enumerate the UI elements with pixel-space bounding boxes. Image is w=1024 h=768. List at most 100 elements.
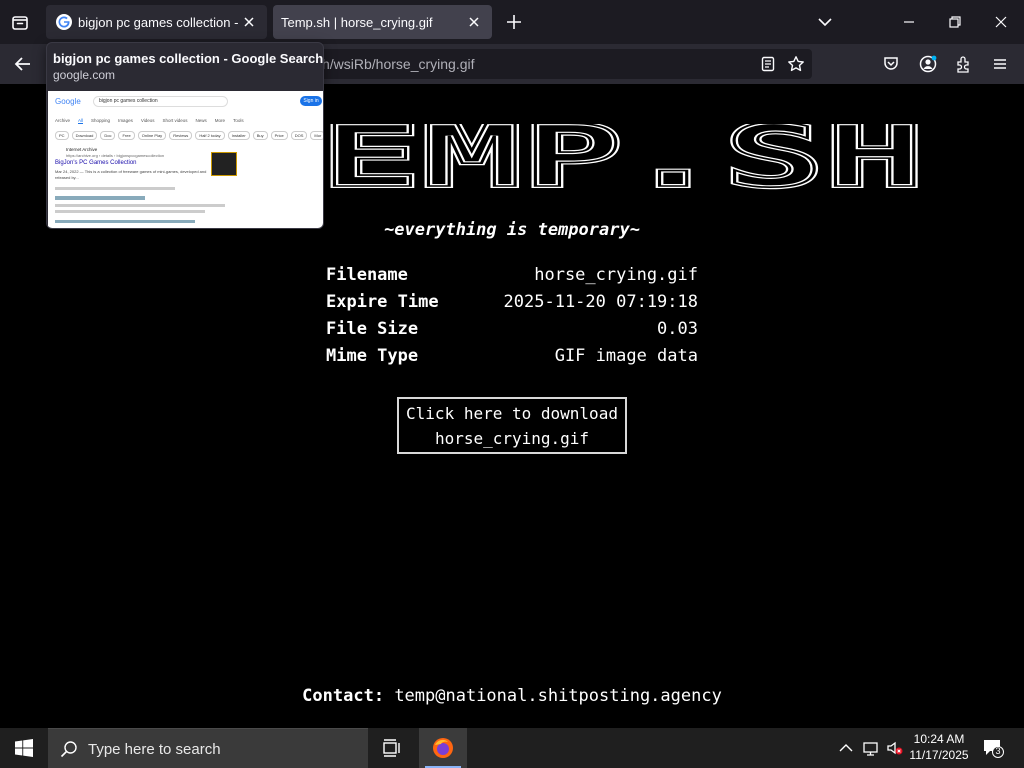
back-arrow-icon[interactable] [12, 53, 34, 75]
logo-text-inner: TEMP.SH [220, 124, 925, 196]
close-tab-icon[interactable] [239, 12, 259, 32]
thumb-chip: Doc [100, 131, 116, 140]
thumb-nav: Archive All Shopping Images Videos Short vide… [55, 118, 244, 124]
chevron-up-icon[interactable] [836, 738, 856, 758]
thumb-placeholder-line [55, 210, 205, 213]
notification-center-icon[interactable]: 3 [982, 738, 1004, 758]
download-button[interactable]: Click here to download horse_crying.gif [397, 397, 627, 454]
windows-start-icon[interactable] [0, 728, 48, 768]
tab-title: Temp.sh | horse_crying.gif [281, 14, 433, 30]
close-tab-icon[interactable] [464, 12, 484, 32]
thumb-chips: PC Download Doc Free Online Play Reviews Half … [55, 131, 323, 140]
extensions-icon[interactable] [955, 55, 973, 73]
thumb-r1-title: BigJon's PC Games Collection [55, 160, 137, 166]
minimize-icon[interactable] [897, 10, 921, 34]
hamburger-menu-icon[interactable] [991, 55, 1009, 73]
thumb-placeholder-line [55, 196, 145, 200]
info-row-filename: Filename horse_crying.gif [326, 262, 698, 289]
tab-google-search[interactable]: bigjon pc games collection - G [46, 5, 267, 39]
thumb-search-box: bigjon pc games collection [93, 96, 228, 107]
contact-label: Contact: [302, 686, 385, 706]
info-value: 2025-11-20 07:19:18 [503, 292, 698, 312]
clock-time: 10:24 AM [913, 732, 965, 746]
thumb-r1-url: https://archive.org › details › bigjonsp… [66, 153, 165, 158]
thumb-chip: Buy [252, 131, 268, 140]
thumb-chip: DOS [290, 131, 308, 140]
thumb-chip: PC [55, 131, 69, 140]
thumb-google-logo: Google [55, 97, 81, 106]
restore-icon[interactable] [943, 10, 967, 34]
clock-date: 11/17/2025 [909, 748, 969, 762]
taskbar-search-box[interactable]: Type here to search [48, 728, 368, 768]
contact-line: Contact: temp@national.shitposting.agenc… [0, 686, 1024, 706]
thumb-placeholder-line [55, 220, 195, 223]
info-value: GIF image data [554, 346, 698, 366]
temp-sh-logo: TEMP.SH TEMP.SH [218, 105, 940, 209]
thumb-r1-source: Internet Archive [66, 147, 98, 152]
system-clock[interactable]: 10:24 AM 11/17/2025 [900, 731, 978, 763]
close-window-icon[interactable] [989, 10, 1013, 34]
thumb-nav-item: More [214, 118, 226, 123]
preview-title: bigjon pc games collection - Google Sear… [53, 51, 324, 66]
firefox-taskbar-button[interactable] [419, 728, 467, 768]
thumb-placeholder-line [55, 204, 225, 207]
download-label-line1: Click here to download [406, 404, 618, 423]
network-icon[interactable] [861, 738, 881, 758]
thumb-nav-item: Short videos [162, 118, 188, 123]
account-icon[interactable] [919, 55, 937, 73]
download-label-line2: horse_crying.gif [434, 429, 590, 448]
thumb-chip: Mor [310, 131, 323, 140]
thumb-placeholder-line [55, 187, 175, 190]
thumb-chip: Price [270, 131, 288, 140]
firefox-icon [433, 738, 453, 758]
thumb-signin: Sign in [300, 96, 322, 106]
thumb-nav-item: Tools [233, 118, 244, 123]
url-text: h/wsiRb/horse_crying.gif [322, 56, 475, 72]
thumb-nav-item: News [195, 118, 207, 123]
search-icon [60, 740, 78, 758]
file-info-table: Filename horse_crying.gif Expire Time 20… [326, 262, 698, 370]
thumb-chip: Half 2 today [195, 131, 225, 140]
tab-title: bigjon pc games collection - G [78, 14, 239, 30]
info-label: File Size [326, 319, 419, 339]
thumb-nav-item: Archive [55, 118, 71, 123]
info-value: horse_crying.gif [534, 265, 698, 285]
info-row-mime-type: Mime Type GIF image data [326, 343, 698, 370]
thumb-nav-item: Videos [140, 118, 155, 123]
tab-bar: bigjon pc games collection - G Temp.sh |… [0, 0, 1024, 44]
info-row-file-size: File Size 0.03 [326, 316, 698, 343]
contact-email-link[interactable]: temp@national.shitposting.agency [394, 686, 722, 706]
search-placeholder: Type here to search [88, 741, 221, 758]
chevron-down-icon[interactable] [816, 13, 834, 31]
new-tab-icon[interactable] [503, 11, 525, 33]
bookmark-star-icon[interactable] [787, 55, 805, 73]
preview-domain: google.com [53, 68, 116, 82]
notification-count: 3 [995, 746, 1001, 756]
thumb-query: bigjon pc games collection [99, 98, 158, 104]
list-all-tabs-icon[interactable] [8, 10, 32, 34]
info-label: Filename [326, 265, 408, 285]
thumb-result-image [211, 152, 237, 176]
thumb-nav-item: All [78, 118, 84, 124]
thumb-r1-snippet: released by... [55, 175, 79, 180]
tab-temp-sh[interactable]: Temp.sh | horse_crying.gif [273, 5, 492, 39]
info-label: Mime Type [326, 346, 419, 366]
taskbar: Type here to search 10:24 AM 11/17/2025 … [0, 728, 1024, 768]
thumb-r1-snippet: Mar 24, 2022 — This is a collection of f… [55, 169, 207, 174]
info-label: Expire Time [326, 292, 439, 312]
thumb-nav-item: Images [118, 118, 133, 123]
tab-preview-tooltip: bigjon pc games collection - Google Sear… [46, 42, 324, 229]
preview-thumbnail: Google bigjon pc games collection Sign i… [48, 91, 323, 228]
pocket-icon[interactable] [882, 55, 900, 73]
info-value: 0.03 [657, 319, 698, 339]
thumb-chip: Installer [227, 131, 250, 140]
thumb-chip: Online Play [137, 131, 167, 140]
reader-view-icon[interactable] [759, 55, 777, 73]
thumb-chip: Reviews [169, 131, 193, 140]
task-view-icon[interactable] [378, 737, 402, 759]
thumb-chip: Free [118, 131, 135, 140]
thumb-chip: Download [71, 131, 98, 140]
thumb-nav-item: Shopping [91, 118, 111, 123]
google-favicon-icon [56, 14, 72, 30]
info-row-expire-time: Expire Time 2025-11-20 07:19:18 [326, 289, 698, 316]
